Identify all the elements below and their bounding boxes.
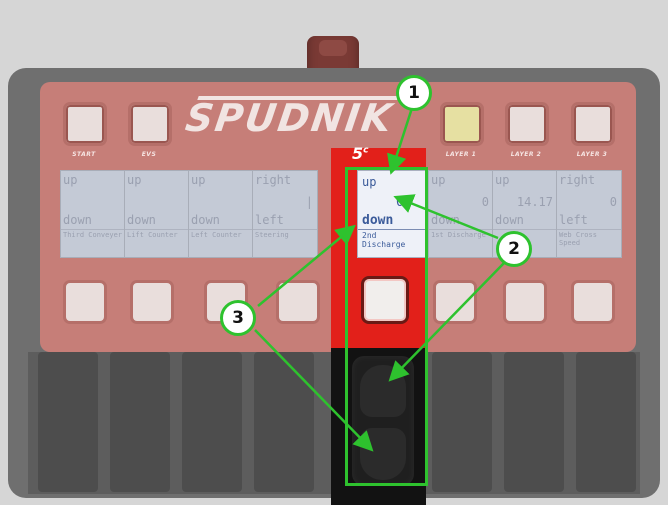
callout-arrows: [254, 107, 506, 452]
callout-1: 1: [396, 75, 432, 111]
arrow-1: [387, 107, 414, 175]
arrow-2b: [388, 261, 506, 382]
arrow-2a: [393, 194, 499, 240]
arrow-3b: [254, 329, 374, 452]
arrow-3a: [257, 224, 356, 307]
callout-2: 2: [496, 231, 532, 267]
callout-3: 3: [220, 300, 256, 336]
control-panel-figure: START EVS LAYER 1 LAYER 2 LAYER 3 SPUDNI…: [0, 0, 668, 505]
